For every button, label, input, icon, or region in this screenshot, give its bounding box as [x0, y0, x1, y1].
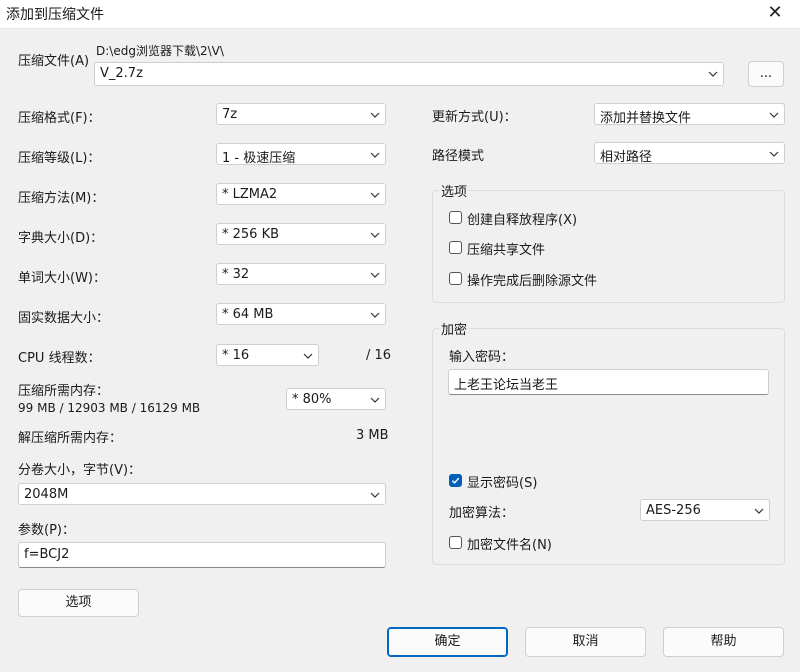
update-select[interactable]: 添加并替换文件	[594, 103, 785, 126]
password-value: 上老王论坛当老王	[454, 378, 559, 393]
chevron-down-icon	[370, 312, 380, 318]
params-value: f=BCJ2	[24, 547, 70, 562]
delete-source-label[interactable]: 操作完成后删除源文件	[467, 270, 597, 289]
sfx-checkbox[interactable]	[449, 211, 462, 224]
update-label: 更新方式(U)：	[432, 110, 517, 125]
encryption-method-label: 加密算法：	[449, 506, 515, 521]
encryption-method-value: AES-256	[646, 503, 701, 518]
cpu-max: / 16	[366, 348, 392, 363]
show-password-label[interactable]: 显示密码(S)	[467, 472, 537, 491]
level-value: 1 - 极速压缩	[222, 151, 296, 166]
cpu-value: * 16	[222, 348, 250, 363]
chevron-down-icon	[303, 353, 313, 359]
solid-select[interactable]: * 64 MB	[216, 303, 386, 325]
add-to-archive-dialog: 添加到压缩文件 ✕ 压缩文件(A) D:\edg浏览器下载\2\V\ V_2.7…	[0, 0, 800, 672]
params-input[interactable]: f=BCJ2	[18, 542, 386, 568]
method-select[interactable]: * LZMA2	[216, 183, 386, 205]
solid-value: * 64 MB	[222, 307, 274, 322]
title-bar[interactable]: 添加到压缩文件 ✕	[0, 0, 800, 29]
chevron-down-icon	[370, 272, 380, 278]
encryption-group-title: 加密	[439, 319, 470, 338]
chevron-down-icon	[754, 508, 764, 514]
archive-label: 压缩文件(A)	[18, 54, 90, 69]
cancel-button[interactable]: 取消	[525, 627, 646, 657]
decomp-value: 3 MB	[356, 428, 389, 443]
cpu-label: CPU 线程数：	[18, 351, 101, 366]
method-value: * LZMA2	[222, 187, 278, 202]
encrypt-names-checkbox[interactable]	[449, 536, 462, 549]
options-group-title: 选项	[439, 181, 470, 200]
word-value: * 32	[222, 267, 250, 282]
path-mode-value: 相对路径	[600, 150, 653, 165]
mem-value: * 80%	[292, 392, 332, 407]
update-value: 添加并替换文件	[600, 111, 692, 126]
sfx-label[interactable]: 创建自释放程序(X)	[467, 209, 577, 228]
dict-label: 字典大小(D)：	[18, 231, 104, 246]
dict-select[interactable]: * 256 KB	[216, 223, 386, 245]
dict-value: * 256 KB	[222, 227, 280, 242]
word-label: 单词大小(W)：	[18, 271, 106, 286]
format-value: 7z	[222, 107, 238, 122]
solid-label: 固实数据大小：	[18, 311, 110, 326]
path-mode-label: 路径模式	[432, 149, 485, 164]
chevron-down-icon	[370, 152, 380, 158]
help-button[interactable]: 帮助	[663, 627, 784, 657]
chevron-down-icon	[708, 71, 718, 77]
split-value: 2048M	[24, 487, 69, 502]
cpu-select[interactable]: * 16	[216, 344, 319, 366]
level-label: 压缩等级(L)：	[18, 151, 101, 166]
show-password-checkbox[interactable]	[449, 474, 462, 487]
mem-select[interactable]: * 80%	[286, 388, 386, 410]
close-icon[interactable]: ✕	[764, 2, 786, 24]
chevron-down-icon	[370, 112, 380, 118]
chevron-down-icon	[769, 151, 779, 157]
method-label: 压缩方法(M)：	[18, 191, 105, 206]
decomp-label: 解压缩所需内存：	[18, 431, 123, 446]
chevron-down-icon	[370, 397, 380, 403]
delete-source-checkbox[interactable]	[449, 272, 462, 285]
split-combo[interactable]: 2048M	[18, 483, 386, 505]
browse-button[interactable]: ...	[748, 61, 784, 87]
chevron-down-icon	[769, 112, 779, 118]
archive-name-combo[interactable]: V_2.7z	[94, 62, 724, 86]
split-label: 分卷大小，字节(V)：	[18, 463, 142, 478]
checkmark-icon	[451, 477, 460, 484]
format-select[interactable]: 7z	[216, 103, 386, 125]
archive-path: D:\edg浏览器下载\2\V\	[96, 44, 224, 58]
encrypt-names-label[interactable]: 加密文件名(N)	[467, 534, 552, 553]
path-mode-select[interactable]: 相对路径	[594, 142, 785, 165]
options-button[interactable]: 选项	[18, 589, 139, 617]
encryption-method-select[interactable]: AES-256	[640, 499, 770, 521]
chevron-down-icon	[370, 232, 380, 238]
shared-files-label[interactable]: 压缩共享文件	[467, 239, 545, 258]
password-input[interactable]: 上老王论坛当老王	[448, 369, 769, 395]
ok-button[interactable]: 确定	[387, 627, 508, 657]
mem-label: 压缩所需内存：	[18, 384, 110, 399]
archive-name-value: V_2.7z	[100, 66, 143, 81]
chevron-down-icon	[370, 192, 380, 198]
word-select[interactable]: * 32	[216, 263, 386, 285]
mem-detail: 99 MB / 12903 MB / 16129 MB	[18, 401, 201, 415]
window-title: 添加到压缩文件	[6, 7, 104, 23]
shared-files-checkbox[interactable]	[449, 241, 462, 254]
password-label: 输入密码：	[449, 350, 515, 365]
chevron-down-icon	[370, 492, 380, 498]
params-label: 参数(P)：	[18, 523, 75, 538]
level-select[interactable]: 1 - 极速压缩	[216, 143, 386, 166]
format-label: 压缩格式(F)：	[18, 111, 101, 126]
